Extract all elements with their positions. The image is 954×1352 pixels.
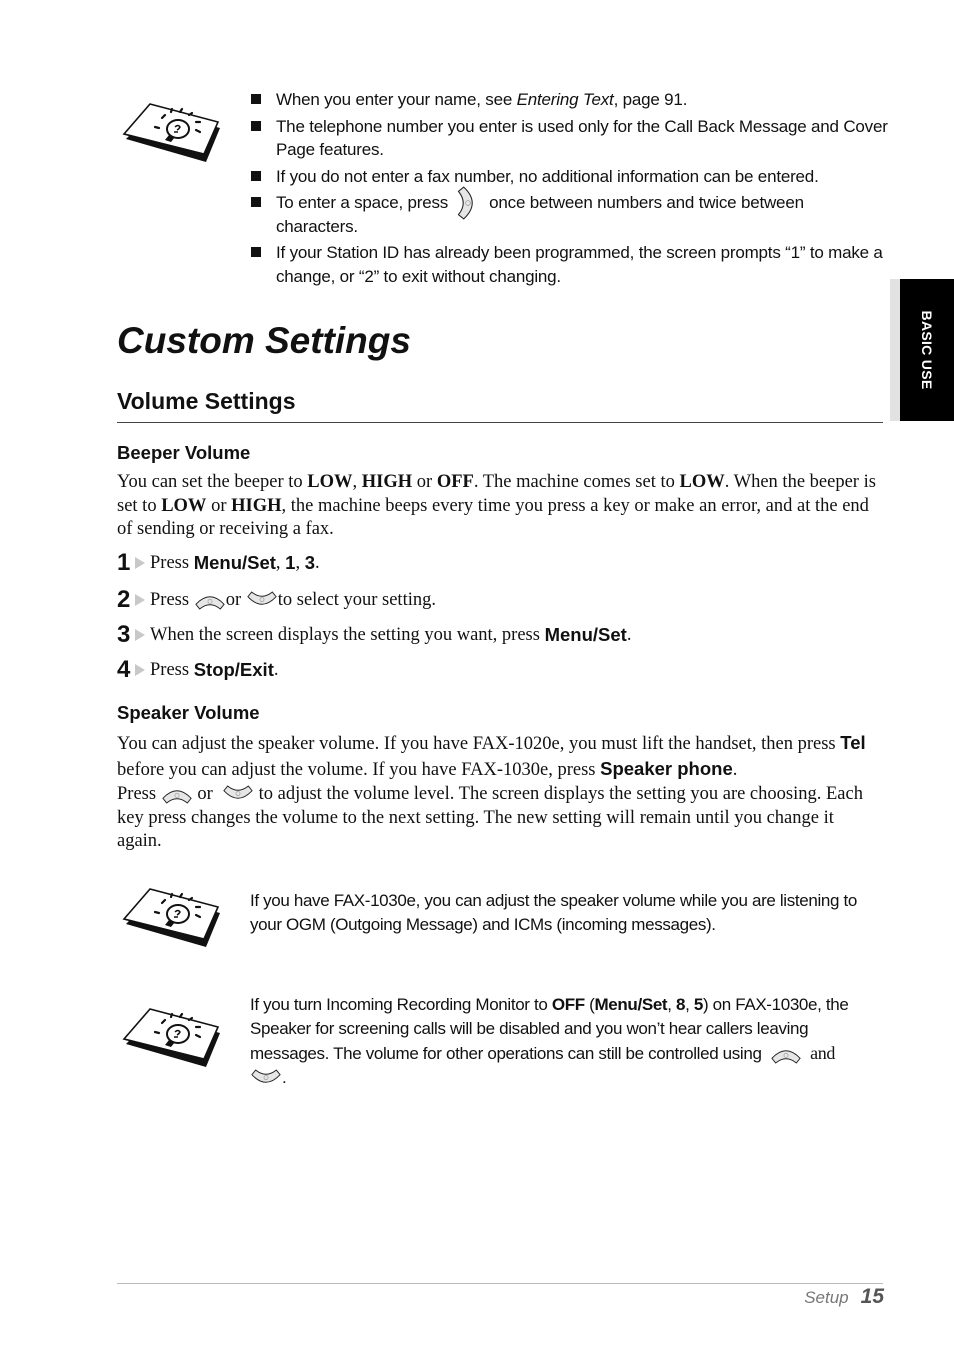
step-3: 3 When the screen displays the setting y… [117,621,632,648]
speaker-volume-heading: Speaker Volume [117,702,260,723]
lightbulb-tip-icon [122,877,222,949]
notes-list: When you enter your name, see Entering T… [250,88,890,291]
footer-section: Setup [804,1288,849,1307]
beeper-volume-heading: Beeper Volume [117,442,251,463]
down-arrow-key-icon [250,1069,282,1088]
up-arrow-key-icon [770,1045,802,1064]
step-4: 4 Press Stop/Exit. [117,656,279,683]
lightbulb-tip-icon [122,997,222,1069]
cross-reference: Entering Text [516,90,614,109]
up-arrow-key-icon [194,591,226,610]
lightbulb-tip-icon [122,92,222,164]
section-title: Volume Settings [117,388,296,414]
step-1: 1 Press Menu/Set, 1, 3. [117,549,320,576]
tip-note: If you have FAX-1030e, you can adjust th… [250,891,857,934]
chapter-tab: BASIC USE [900,279,954,421]
right-arrow-key-icon [457,185,479,221]
chapter-tab-label: BASIC USE [919,310,935,390]
step-number: 4 [117,656,131,683]
beeper-intro: You can set the beeper to LOW, HIGH or O… [117,472,876,539]
tip-note: If you turn Incoming Recording Monitor t… [250,995,849,1088]
page-title: Custom Settings [117,320,411,361]
speaker-instructions: Press or to adjust the volume level. The… [117,784,863,851]
section-divider [117,422,883,423]
step-number: 3 [117,621,131,648]
step-number: 2 [117,586,131,613]
page-footer: Setup 15 [804,1285,884,1309]
speaker-intro: You can adjust the speaker volume. If yo… [117,732,866,780]
note-item: The telephone number you enter is used o… [250,115,890,162]
note-item: If your Station ID has already been prog… [250,241,890,288]
step-2: 2 Press or to select your setting. [117,586,436,613]
down-arrow-key-icon [246,591,278,610]
footer-divider [117,1283,883,1284]
note-item: When you enter your name, see Entering T… [250,88,890,112]
note-item: If you do not enter a fax number, no add… [250,165,890,189]
note-item: To enter a space, press once between num… [250,191,890,238]
step-number: 1 [117,549,131,576]
side-tab-shade [890,279,900,421]
down-arrow-key-icon [222,785,254,804]
page-number: 15 [860,1285,884,1308]
up-arrow-key-icon [161,785,193,804]
